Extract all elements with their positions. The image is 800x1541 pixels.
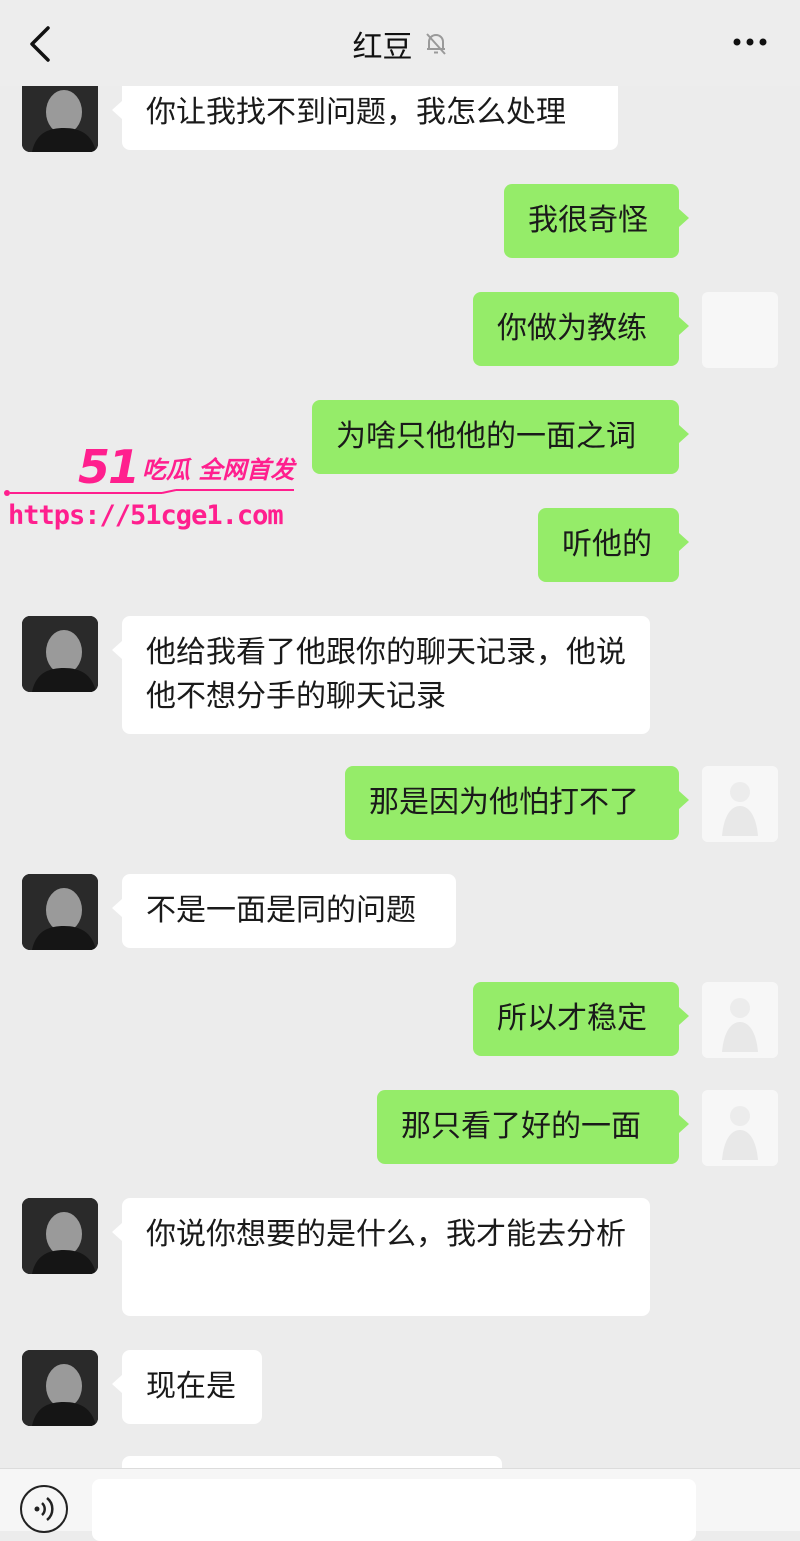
user-avatar[interactable] [702, 292, 778, 368]
bell-off-icon [425, 33, 446, 55]
avatar-figure-icon [702, 1090, 778, 1166]
contact-avatar[interactable] [22, 1198, 98, 1274]
message-bubble-incoming: 你说你想要的是什么，我才能去分析 [112, 1198, 650, 1316]
message-bubble-incoming: 你让我找不到问题，我怎么处理 [112, 76, 618, 150]
message-bubble-outgoing: 那只看了好的一面 [377, 1090, 689, 1164]
chat-title: 红豆 [352, 30, 413, 65]
chat-header: 红豆 [0, 0, 800, 86]
watermark-text: 吃瓜 全网首发 [142, 455, 295, 484]
contact-avatar[interactable] [22, 874, 98, 950]
avatar-portrait-icon [22, 874, 98, 950]
contact-avatar[interactable] [22, 76, 98, 152]
user-avatar[interactable] [702, 982, 778, 1058]
user-avatar[interactable] [702, 1090, 778, 1166]
message-bubble-outgoing: 为啥只他他的一面之词 [312, 400, 689, 474]
message-bubble-outgoing: 所以才稳定 [473, 982, 689, 1056]
watermark-brand: 51 吃瓜 全网首发 [78, 440, 294, 494]
message-bubble-outgoing: 听他的 [538, 508, 689, 582]
chat-title-group: 红豆 [0, 22, 800, 66]
input-bar [0, 1468, 800, 1541]
message-input[interactable] [92, 1479, 696, 1541]
avatar-portrait-icon [22, 1350, 98, 1426]
message-bubble-outgoing: 你做为教练 [473, 292, 689, 366]
voice-icon[interactable] [20, 1485, 68, 1533]
message-bubble-outgoing: 那是因为他怕打不了 [345, 766, 689, 840]
voice-waves-icon [34, 1497, 54, 1521]
user-avatar[interactable] [702, 766, 778, 842]
watermark-url: https://51cge1.com [8, 500, 284, 531]
watermark-line-decoration [4, 489, 294, 496]
message-bubble-incoming: 现在是 [112, 1350, 262, 1424]
watermark-number: 51 [78, 440, 140, 494]
message-bubble-outgoing: 我很奇怪 [504, 184, 689, 258]
contact-avatar[interactable] [22, 1350, 98, 1426]
avatar-figure-icon [702, 982, 778, 1058]
avatar-portrait-icon [22, 76, 98, 152]
avatar-portrait-icon [22, 1198, 98, 1274]
more-dots-icon[interactable] [730, 30, 770, 54]
watermark-overlay: 51 吃瓜 全网首发 https://51cge1.com [0, 440, 310, 550]
contact-avatar[interactable] [22, 616, 98, 692]
avatar-figure-icon [702, 766, 778, 842]
avatar-portrait-icon [22, 616, 98, 692]
chat-messages: 你让我找不到问题，我怎么处理 我很奇怪 你做为教练 为啥只他他的一面之词 听他的… [0, 0, 800, 1530]
message-bubble-incoming: 不是一面是同的问题 [112, 874, 456, 948]
message-bubble-incoming: 他给我看了他跟你的聊天记录，他说他不想分手的聊天记录 [112, 616, 650, 734]
